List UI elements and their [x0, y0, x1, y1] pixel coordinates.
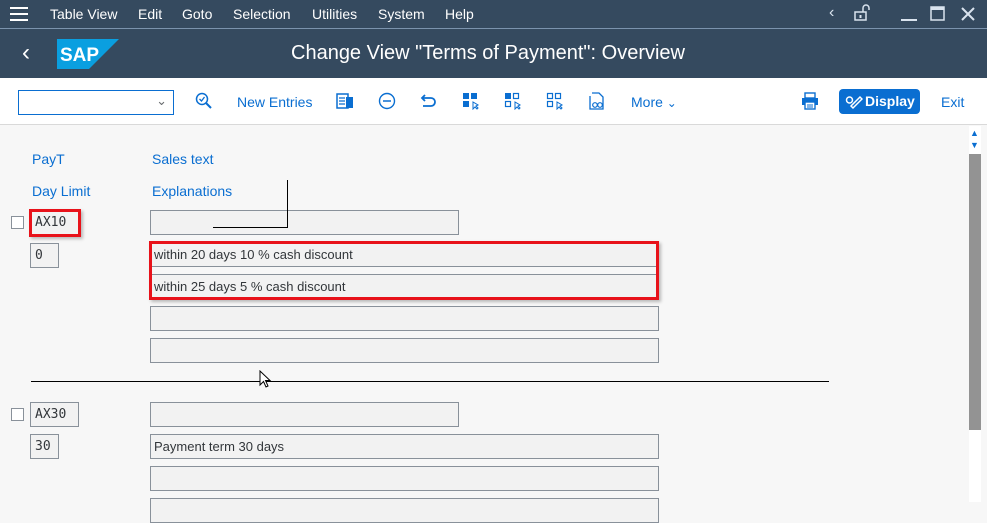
more-label: More [631, 94, 663, 110]
menu-table-view[interactable]: Table View [50, 6, 117, 22]
menu-utilities[interactable]: Utilities [312, 6, 357, 22]
undo-icon[interactable] [420, 92, 438, 110]
close-icon[interactable] [960, 6, 976, 27]
find-icon[interactable] [195, 92, 213, 110]
new-entries-button[interactable]: New Entries [237, 94, 312, 110]
display-button[interactable]: Display [839, 89, 920, 114]
hamburger-menu-icon[interactable] [10, 7, 28, 21]
menu-edit[interactable]: Edit [138, 6, 162, 22]
minimize-icon[interactable] [900, 6, 918, 27]
display-change-icon [845, 95, 863, 110]
chevron-down-icon: ⌄ [666, 96, 677, 110]
day-limit-field[interactable]: 0 [30, 243, 59, 268]
menu-bar: Table View Edit Goto Selection Utilities… [0, 0, 987, 29]
explanation-field[interactable] [150, 306, 659, 331]
menu-selection[interactable]: Selection [233, 6, 291, 22]
toolbar: ⌄ New Entries More ⌄ Display Exit [0, 78, 987, 125]
delete-icon[interactable] [378, 92, 396, 110]
scrollbar-thumb[interactable] [969, 154, 981, 430]
unlock-icon[interactable] [853, 4, 871, 27]
maximize-icon[interactable] [930, 6, 946, 27]
command-field[interactable]: ⌄ [18, 90, 174, 115]
payt-field[interactable]: AX30 [30, 402, 79, 427]
sales-text-field[interactable] [150, 210, 459, 235]
exit-button[interactable]: Exit [941, 94, 964, 110]
explanation-field[interactable] [150, 338, 659, 363]
highlight-box [29, 209, 81, 237]
menu-help[interactable]: Help [445, 6, 474, 22]
row-select-checkbox[interactable] [11, 408, 24, 421]
row-select-checkbox[interactable] [11, 216, 24, 229]
print-preview-icon[interactable] [588, 92, 606, 110]
display-label: Display [865, 93, 915, 109]
deselect-all-icon[interactable] [546, 92, 564, 110]
collapse-icon[interactable]: ‹ [829, 4, 834, 22]
explanation-field[interactable] [150, 466, 659, 491]
highlight-box [149, 241, 659, 300]
column-header-payt: PayT [32, 151, 65, 167]
menu-system[interactable]: System [378, 6, 425, 22]
column-header-explanations: Explanations [152, 183, 233, 199]
annotation-line [287, 180, 288, 228]
title-bar: ‹ SAP Change View "Terms of Payment": Ov… [0, 29, 987, 78]
table-content: PayT Sales text Day Limit Explanations A… [0, 126, 969, 523]
scroll-down-icon[interactable]: ▼ [970, 140, 979, 150]
select-all-icon[interactable] [462, 92, 480, 110]
day-limit-field[interactable]: 30 [30, 434, 59, 459]
back-icon[interactable]: ‹ [22, 39, 30, 67]
annotation-line [213, 227, 288, 228]
print-icon[interactable] [801, 92, 819, 110]
column-header-day-limit: Day Limit [32, 183, 91, 199]
select-block-icon[interactable] [504, 92, 522, 110]
copy-as-icon[interactable] [336, 92, 354, 110]
sap-logo: SAP [57, 39, 119, 69]
page-title: Change View "Terms of Payment": Overview [291, 42, 685, 64]
sales-text-field[interactable] [150, 402, 459, 427]
chevron-down-icon[interactable]: ⌄ [156, 93, 167, 109]
menu-goto[interactable]: Goto [182, 6, 212, 22]
scroll-up-icon[interactable]: ▲ [970, 128, 979, 138]
svg-text:SAP: SAP [60, 45, 99, 66]
entry-separator [31, 381, 829, 382]
mouse-cursor-icon [259, 370, 272, 388]
explanation-field[interactable]: Payment term 30 days [150, 434, 659, 459]
column-header-sales-text: Sales text [152, 151, 214, 167]
vertical-scrollbar[interactable]: ▲ ▼ [969, 126, 981, 502]
more-button[interactable]: More ⌄ [631, 94, 677, 110]
